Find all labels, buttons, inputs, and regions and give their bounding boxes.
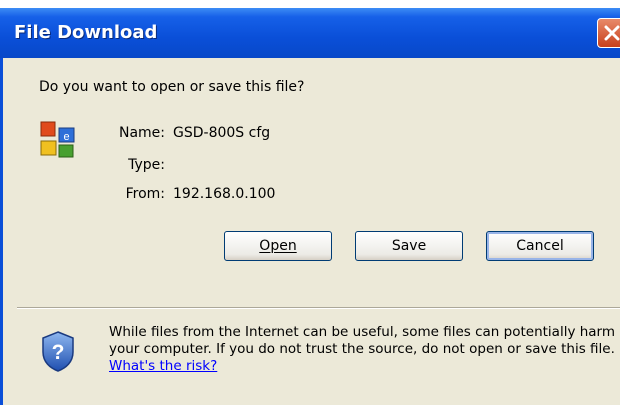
- window-title: File Download: [14, 22, 158, 43]
- cancel-button-label: Cancel: [516, 238, 564, 254]
- save-button-label: Save: [391, 238, 427, 254]
- question-text: Do you want to open or save this file?: [39, 79, 305, 95]
- close-icon: [604, 25, 620, 41]
- open-button-label: Open: [259, 238, 297, 254]
- cancel-button[interactable]: Cancel: [486, 231, 594, 261]
- name-label: Name:: [118, 125, 165, 141]
- warning-text: While files from the Internet can be use…: [109, 324, 616, 357]
- whats-the-risk-link[interactable]: What's the risk?: [109, 358, 217, 374]
- warning-text-block: While files from the Internet can be use…: [109, 324, 619, 375]
- type-label: Type:: [128, 157, 165, 173]
- from-label: From:: [125, 186, 165, 202]
- title-bar[interactable]: File Download: [0, 8, 620, 58]
- close-button[interactable]: [597, 18, 620, 48]
- from-value: 192.168.0.100: [173, 186, 276, 202]
- svg-text:?: ?: [52, 341, 65, 364]
- separator: [17, 307, 620, 309]
- name-value: GSD-800S cfg: [173, 125, 271, 141]
- save-button[interactable]: Save: [355, 231, 463, 261]
- dialog-body: Do you want to open or save this file? e…: [0, 58, 620, 405]
- shield-question-icon: ?: [42, 331, 74, 372]
- open-button[interactable]: Open: [224, 231, 332, 261]
- file-download-dialog: File Download Do you want to open or sav…: [0, 0, 620, 405]
